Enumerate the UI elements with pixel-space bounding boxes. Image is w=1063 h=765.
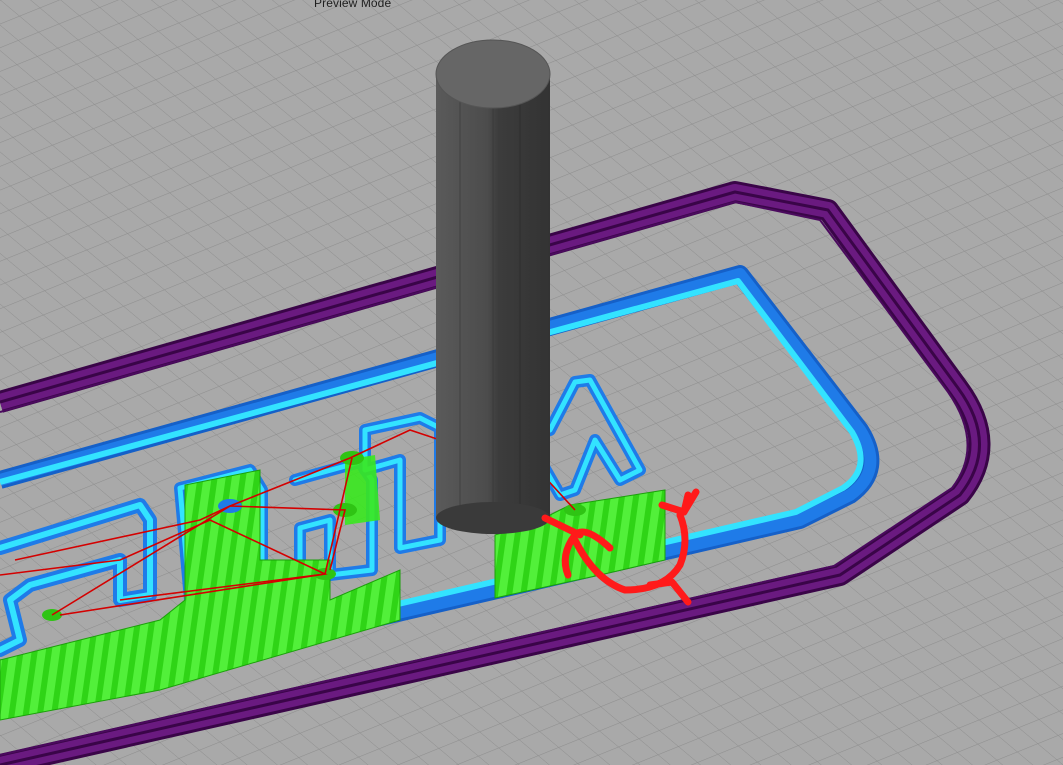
nozzle xyxy=(435,39,551,534)
preview-mode-label: Preview Mode xyxy=(314,0,392,10)
3d-preview-viewport[interactable]: Preview Mode xyxy=(0,0,1063,765)
